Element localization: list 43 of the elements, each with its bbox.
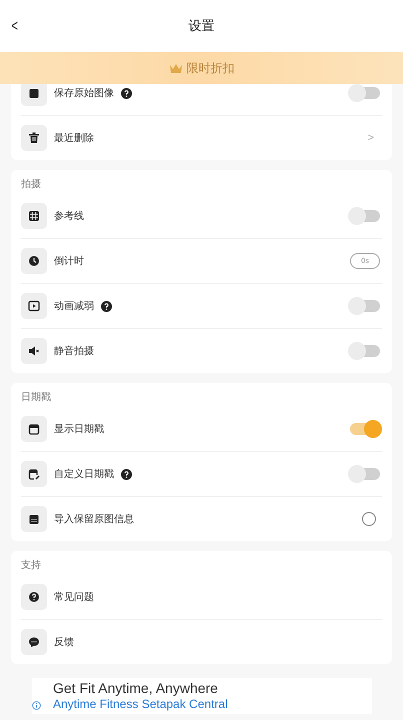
setting-label: 参考线 (54, 210, 84, 223)
calendar-icon (21, 506, 47, 532)
section-title: 日期戳 (21, 390, 52, 405)
ad-link[interactable]: Anytime Fitness Setapak Central (53, 697, 228, 712)
chevron[interactable]: > (368, 132, 374, 144)
setting-label: 动画减弱 (54, 300, 94, 313)
ad-banner[interactable]: Get Fit Anytime, Anywhere Anytime Fitness Setapak Central (32, 678, 372, 714)
setting-label: 自定义日期戳 (54, 468, 114, 481)
trash-icon (21, 125, 47, 151)
setting-label: 常见问题 (54, 590, 94, 604)
toggle-switch[interactable] (350, 300, 380, 312)
help-icon[interactable] (121, 468, 132, 480)
chat-icon (21, 629, 47, 655)
grid-icon (21, 203, 47, 229)
radio-button[interactable] (362, 512, 376, 526)
ad-headline: Get Fit Anytime, Anywhere (53, 680, 219, 697)
help-icon[interactable] (121, 88, 132, 98)
toggle-switch[interactable] (350, 423, 380, 435)
setting-label: 反馈 (54, 636, 74, 649)
promo-banner[interactable]: 限时折扣 (0, 52, 403, 84)
help-icon[interactable] (101, 300, 112, 312)
info-icon[interactable] (32, 701, 41, 710)
mute-icon (21, 338, 47, 364)
toggle-switch[interactable] (350, 210, 380, 222)
crown-icon (168, 62, 182, 74)
toggle-switch[interactable] (350, 345, 380, 357)
question-icon (21, 584, 47, 610)
toggle-switch[interactable] (350, 468, 380, 480)
play-screen-icon (21, 293, 47, 319)
page-title: 设置 (188, 18, 214, 35)
setting-label: 显示日期戳 (54, 422, 104, 436)
setting-label: 倒计时 (54, 254, 84, 268)
toggle-switch[interactable] (350, 87, 380, 99)
calendar-icon (21, 416, 47, 442)
section-title: 拍摄 (21, 178, 42, 192)
setting-label: 导入保留原图信息 (54, 512, 134, 526)
back-button[interactable]: < (11, 18, 18, 36)
setting-label: 保存原始图像 (54, 87, 114, 100)
section-title: 支持 (21, 558, 42, 573)
setting-label: 静音拍摄 (54, 344, 94, 358)
clock-icon (21, 248, 47, 274)
calendar-edit-icon (21, 461, 47, 487)
setting-label: 最近删除 (54, 132, 94, 145)
